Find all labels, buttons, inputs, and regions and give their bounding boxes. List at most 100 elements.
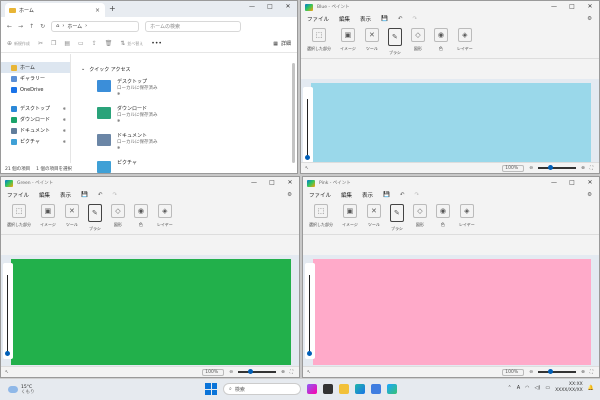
ribbon-group[interactable]: ✕ ツール xyxy=(366,204,381,234)
ribbon-group[interactable]: ✎ ブラシ xyxy=(87,204,102,234)
quick-access-item[interactable]: ダウンロード ローカルに保存済み ✱ xyxy=(97,105,297,127)
ribbon-group[interactable]: ◇ 図形 xyxy=(412,204,427,234)
maximize-icon[interactable]: □ xyxy=(263,179,281,186)
save-icon[interactable]: 💾 xyxy=(383,192,390,198)
forward-arrow-icon[interactable]: → xyxy=(18,23,23,30)
maximize-icon[interactable]: □ xyxy=(563,179,581,186)
zoom-in-icon[interactable]: ⊕ xyxy=(281,370,285,375)
close-icon[interactable]: ✕ xyxy=(281,179,299,186)
scrollbar[interactable] xyxy=(292,63,295,163)
quick-access-item[interactable]: ドキュメント ローカルに保存済み ✱ xyxy=(97,132,297,154)
brush-size-slider[interactable] xyxy=(305,263,315,359)
zoom-select[interactable]: 100% xyxy=(502,368,525,376)
copy-icon[interactable]: ❐ xyxy=(51,40,56,47)
refresh-icon[interactable]: ↻ xyxy=(40,23,45,30)
sidebar-item[interactable]: ドキュメント ✱ xyxy=(1,125,70,136)
close-icon[interactable]: ✕ xyxy=(581,179,599,186)
fit-icon[interactable]: ⛶ xyxy=(590,165,593,171)
sidebar-item[interactable]: ピクチャ ✱ xyxy=(1,136,70,147)
paste-icon[interactable]: ▤ xyxy=(64,40,70,47)
zoom-out-icon[interactable]: ⊖ xyxy=(229,370,233,375)
minimize-icon[interactable]: — xyxy=(545,3,563,10)
more-button[interactable]: ••• xyxy=(151,40,162,47)
ribbon-group[interactable]: ⬚ 選択した部分 xyxy=(7,204,31,234)
close-tab-icon[interactable]: × xyxy=(95,7,100,14)
ribbon-group[interactable]: ✎ ブラシ xyxy=(389,204,404,234)
ribbon-group[interactable]: ◉ 色 xyxy=(133,204,148,234)
menu-view[interactable]: 表示 xyxy=(60,191,71,199)
wifi-icon[interactable]: ◠ xyxy=(525,385,529,391)
share-icon[interactable]: ⇪ xyxy=(92,40,97,47)
ribbon-group[interactable]: ◈ レイヤー xyxy=(459,204,475,234)
close-icon[interactable]: ✕ xyxy=(581,3,599,10)
drawing-canvas[interactable] xyxy=(313,259,591,365)
store-icon[interactable] xyxy=(371,384,381,394)
task-view-icon[interactable] xyxy=(323,384,333,394)
up-arrow-icon[interactable]: ↑ xyxy=(29,23,34,30)
redo-icon[interactable]: ↷ xyxy=(113,192,118,198)
chevron-up-icon[interactable]: ⌃ xyxy=(508,385,512,391)
delete-icon[interactable]: 🗑 xyxy=(105,40,113,47)
zoom-slider[interactable] xyxy=(538,165,577,170)
brush-size-slider[interactable] xyxy=(3,263,13,359)
zoom-select[interactable]: 100% xyxy=(502,164,525,172)
ribbon-group[interactable]: ◇ 図形 xyxy=(110,204,125,234)
ribbon-group[interactable]: ⬚ 選択した部分 xyxy=(309,204,333,234)
minimize-icon[interactable]: — xyxy=(243,3,261,10)
menu-edit[interactable]: 編集 xyxy=(339,15,350,23)
clock[interactable]: XX:XX XXXX/XX/XX xyxy=(555,382,583,394)
drawing-canvas[interactable] xyxy=(11,259,291,365)
maximize-icon[interactable]: □ xyxy=(563,3,581,10)
sidebar-item[interactable]: ホーム xyxy=(1,62,70,73)
ime-indicator[interactable]: A xyxy=(517,385,520,391)
ribbon-group[interactable]: ◈ レイヤー xyxy=(157,204,173,234)
back-arrow-icon[interactable]: ← xyxy=(7,23,12,30)
ribbon-group[interactable]: ▣ イメージ xyxy=(340,28,356,58)
brush-size-slider[interactable] xyxy=(303,87,313,163)
quick-access-item[interactable]: ピクチャ xyxy=(97,159,297,173)
save-icon[interactable]: 💾 xyxy=(81,192,88,198)
menu-file[interactable]: ファイル xyxy=(307,15,329,23)
battery-icon[interactable]: ▭ xyxy=(545,385,550,391)
menu-file[interactable]: ファイル xyxy=(309,191,331,199)
search-input[interactable]: ホームの検索 xyxy=(145,20,242,32)
ribbon-group[interactable]: ✕ ツール xyxy=(364,28,379,58)
zoom-in-icon[interactable]: ⊕ xyxy=(581,166,585,171)
copilot-icon[interactable] xyxy=(307,384,317,394)
fit-icon[interactable]: ⛶ xyxy=(290,369,293,375)
menu-view[interactable]: 表示 xyxy=(360,15,371,23)
settings-gear-icon[interactable]: ⚙ xyxy=(287,192,292,198)
rename-icon[interactable]: ▭ xyxy=(78,40,84,47)
ribbon-group[interactable]: ✎ ブラシ xyxy=(387,28,402,58)
undo-icon[interactable]: ↶ xyxy=(398,16,403,22)
paint-icon[interactable] xyxy=(387,384,397,394)
ribbon-group[interactable]: ◉ 色 xyxy=(435,204,450,234)
fit-icon[interactable]: ⛶ xyxy=(590,369,593,375)
tab-home[interactable]: ホーム × xyxy=(5,3,105,17)
close-icon[interactable]: ✕ xyxy=(279,3,297,10)
new-tab-button[interactable]: + xyxy=(109,4,116,13)
settings-gear-icon[interactable]: ⚙ xyxy=(587,192,592,198)
menu-view[interactable]: 表示 xyxy=(362,191,373,199)
address-field[interactable]: ⌂ › ホーム › xyxy=(51,20,140,32)
undo-icon[interactable]: ↶ xyxy=(400,192,405,198)
quick-access-header[interactable]: ⌄ クイック アクセス xyxy=(81,66,297,73)
edge-icon[interactable] xyxy=(355,384,365,394)
ribbon-group[interactable]: ◈ レイヤー xyxy=(457,28,473,58)
redo-icon[interactable]: ↷ xyxy=(413,16,418,22)
save-icon[interactable]: 💾 xyxy=(381,16,388,22)
taskbar-search[interactable]: ⌕ 検索 xyxy=(223,383,301,395)
ribbon-group[interactable]: ▣ イメージ xyxy=(342,204,358,234)
ribbon-group[interactable]: ✕ ツール xyxy=(64,204,79,234)
sidebar-item[interactable]: OneDrive xyxy=(1,84,70,95)
zoom-slider[interactable] xyxy=(538,369,577,374)
breadcrumb[interactable]: ホーム xyxy=(67,23,82,30)
cut-icon[interactable]: ✂ xyxy=(38,40,43,47)
zoom-select[interactable]: 100% xyxy=(202,368,225,376)
details-button[interactable]: ▦ 詳細 xyxy=(273,40,291,48)
ribbon-group[interactable]: ▣ イメージ xyxy=(40,204,56,234)
zoom-out-icon[interactable]: ⊖ xyxy=(529,370,533,375)
weather-widget[interactable]: 15°C くもり xyxy=(0,385,35,395)
zoom-in-icon[interactable]: ⊕ xyxy=(581,370,585,375)
settings-gear-icon[interactable]: ⚙ xyxy=(587,16,592,22)
